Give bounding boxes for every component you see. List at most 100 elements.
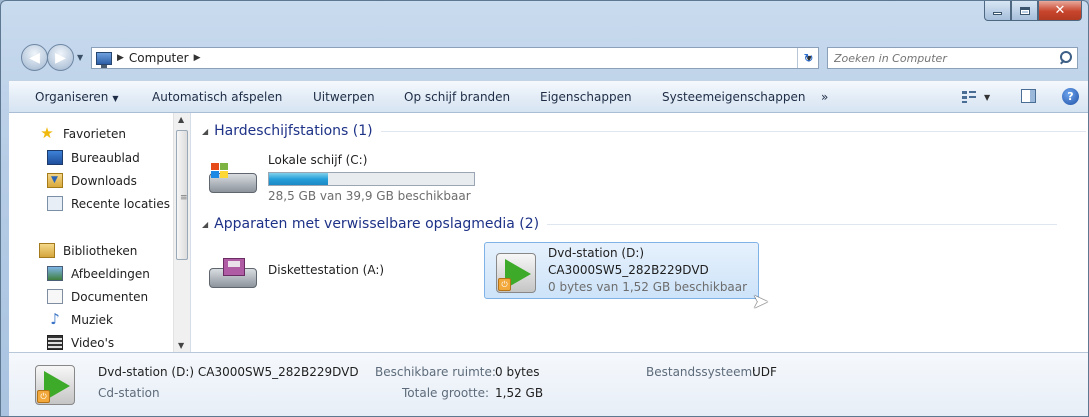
- help-icon[interactable]: ?: [1062, 88, 1079, 105]
- explorer-window: ✕ ◀ ▶ ▼ ▶ Computer ▶ ▼ ↻ Organiseren▼ Au…: [0, 0, 1089, 417]
- dvd-autoplay-icon: ⏻: [496, 253, 536, 293]
- minimize-button[interactable]: [984, 1, 1011, 21]
- close-button[interactable]: ✕: [1038, 1, 1082, 21]
- mouse-cursor-icon: ➤: [752, 289, 769, 313]
- chevron-down-icon: ▼: [112, 94, 119, 103]
- details-free-value: 0 bytes: [495, 365, 540, 379]
- drive-a-tile[interactable]: Diskettestation (A:): [209, 246, 449, 296]
- sidebar-item-recent[interactable]: Recente locaties: [47, 196, 170, 211]
- desktop-icon: [47, 150, 63, 165]
- sidebar-item-music[interactable]: ♪ Muziek: [47, 312, 113, 327]
- details-title: Dvd-station (D:) CA3000SW5_282B229DVD: [98, 365, 359, 379]
- search-input[interactable]: [828, 51, 1048, 65]
- sidebar-item-label: Bureaublad: [71, 150, 140, 165]
- details-total-label: Totale grootte:: [402, 386, 490, 400]
- sidebar-item-label: Afbeeldingen: [71, 266, 150, 281]
- collapse-triangle-icon[interactable]: ◢: [202, 127, 208, 136]
- recent-pages-dropdown[interactable]: ▼: [77, 53, 83, 62]
- refresh-icon: ↻: [803, 51, 814, 65]
- refresh-button[interactable]: ↻: [797, 48, 819, 68]
- floppy-drive-icon: [209, 258, 257, 288]
- scrollbar-grip-icon: ≡: [180, 193, 188, 203]
- group-divider: [380, 130, 1086, 132]
- sidebar-item-videos[interactable]: Video's: [47, 335, 114, 350]
- hard-disk-windows-icon: [209, 163, 257, 193]
- group-divider: [547, 223, 1058, 225]
- music-note-icon: ♪: [50, 310, 60, 328]
- sidebar-item-downloads[interactable]: Downloads: [47, 173, 137, 188]
- burn-button[interactable]: Op schijf branden: [404, 90, 510, 104]
- change-view-icon[interactable]: [962, 90, 976, 103]
- drive-name: Diskettestation (A:): [268, 263, 385, 277]
- drive-c-tile[interactable]: Lokale schijf (C:) 28,5 GB van 39,9 GB b…: [209, 151, 489, 203]
- caption-buttons: ✕: [984, 1, 1082, 21]
- navigation-scrollbar[interactable]: ▲ ≡ ▼: [173, 113, 190, 352]
- sidebar-item-label: Documenten: [71, 289, 149, 304]
- forward-button[interactable]: ▶: [47, 44, 74, 71]
- command-bar: Organiseren ▼ Automatisch afspelen Uitwer…: [9, 80, 1088, 113]
- drive-usage-fill: [269, 173, 328, 185]
- libraries-icon: [39, 243, 55, 258]
- address-row: ◀ ▶ ▼ ▶ Computer ▶ ▼ ↻: [1, 41, 1088, 75]
- properties-button[interactable]: Eigenschappen: [540, 90, 632, 104]
- details-total-value: 1,52 GB: [495, 386, 544, 400]
- breadcrumb-separator-icon[interactable]: ▶: [194, 53, 201, 63]
- close-icon: ✕: [1054, 3, 1066, 18]
- sidebar-item-label: Downloads: [71, 173, 137, 188]
- content-area: ★ Favorieten Bureaublad Downloads Recent…: [9, 113, 1088, 352]
- sidebar-item-label: Recente locaties: [71, 196, 170, 211]
- group-header-removable[interactable]: ◢ Apparaten met verwisselbare opslagmedi…: [202, 216, 1058, 232]
- search-icon[interactable]: [1059, 51, 1073, 65]
- details-pane: ⏻ Dvd-station (D:) CA3000SW5_282B229DVD …: [9, 352, 1088, 416]
- search-box[interactable]: [827, 47, 1078, 69]
- collapse-triangle-icon[interactable]: ◢: [202, 220, 208, 229]
- details-fs-label: Bestandssysteem:: [646, 365, 757, 379]
- details-free-label: Beschikbare ruimte:: [375, 365, 496, 379]
- sidebar-item-label: Bibliotheken: [63, 243, 138, 258]
- drive-name: Lokale schijf (C:): [268, 153, 368, 167]
- drive-d-tile-selected[interactable]: ⏻ Dvd-station (D:) CA3000SW5_282B229DVD …: [484, 242, 759, 299]
- drive-usage-bar: [268, 172, 475, 186]
- group-header-hard-drives[interactable]: ◢ Hardeschijfstations (1): [202, 123, 1086, 139]
- more-commands-button[interactable]: »: [821, 90, 828, 104]
- system-properties-button[interactable]: Systeemeigenschappen: [662, 90, 805, 104]
- group-title: Apparaten met verwisselbare opslagmedia …: [214, 216, 540, 232]
- scroll-up-icon[interactable]: ▲: [178, 115, 184, 124]
- eject-button[interactable]: Uitwerpen: [313, 90, 375, 104]
- autoplay-button[interactable]: Automatisch afspelen: [152, 90, 282, 104]
- scrollbar-thumb[interactable]: ≡: [176, 130, 188, 260]
- breadcrumb-computer[interactable]: Computer: [129, 51, 189, 65]
- sidebar-item-documents[interactable]: Documenten: [47, 289, 148, 304]
- sidebar-item-desktop[interactable]: Bureaublad: [47, 150, 140, 165]
- forward-arrow-icon: ▶: [55, 49, 66, 66]
- sidebar-item-favorites[interactable]: ★ Favorieten: [39, 126, 126, 141]
- address-bar[interactable]: ▶ Computer ▶ ▼: [91, 47, 819, 69]
- scroll-down-icon[interactable]: ▼: [178, 341, 184, 350]
- pictures-icon: [47, 266, 63, 281]
- sidebar-item-libraries[interactable]: Bibliotheken: [39, 243, 137, 258]
- back-arrow-icon: ◀: [29, 49, 40, 66]
- sidebar-item-label: Favorieten: [63, 126, 126, 141]
- dvd-autoplay-icon: ⏻: [35, 365, 75, 405]
- downloads-folder-icon: [47, 173, 63, 188]
- back-button[interactable]: ◀: [21, 44, 48, 71]
- computer-icon: [96, 51, 112, 68]
- sidebar-item-label: Video's: [71, 335, 115, 350]
- view-options-dropdown-icon[interactable]: ▼: [984, 93, 990, 102]
- breadcrumb-separator-icon[interactable]: ▶: [117, 53, 124, 63]
- recent-places-icon: [47, 196, 63, 211]
- maximize-button[interactable]: [1011, 1, 1038, 21]
- organize-label: Organiseren: [35, 90, 109, 104]
- drive-volume-label: CA3000SW5_282B229DVD: [548, 263, 709, 277]
- video-film-icon: [47, 335, 63, 350]
- drive-free-space: 28,5 GB van 39,9 GB beschikbaar: [268, 189, 471, 203]
- organize-button[interactable]: Organiseren ▼: [35, 90, 119, 104]
- drive-free-space: 0 bytes van 1,52 GB beschikbaar: [548, 280, 748, 294]
- star-icon: ★: [40, 124, 54, 142]
- navigation-pane: ★ Favorieten Bureaublad Downloads Recent…: [9, 113, 191, 352]
- sidebar-item-pictures[interactable]: Afbeeldingen: [47, 266, 150, 281]
- sidebar-item-label: Muziek: [71, 312, 113, 327]
- preview-pane-icon[interactable]: [1021, 89, 1036, 103]
- minimize-icon: [993, 12, 1002, 15]
- maximize-icon: [1019, 6, 1030, 15]
